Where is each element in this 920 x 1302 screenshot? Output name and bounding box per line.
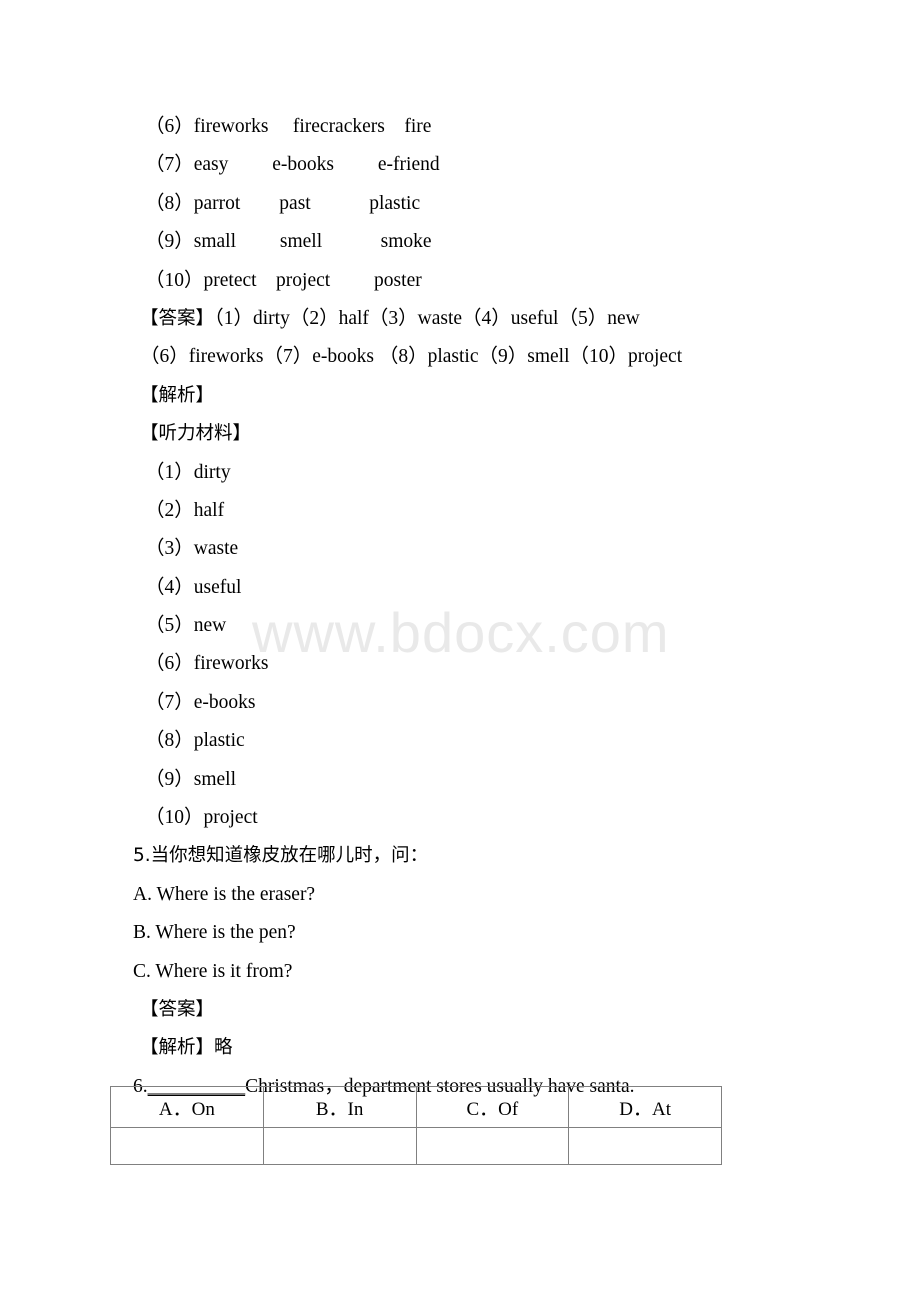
answer-cell-d[interactable] bbox=[568, 1127, 722, 1165]
question-5-stem: 5.当你想知道橡皮放在哪儿时，问： bbox=[133, 845, 429, 867]
answer-cell-a[interactable] bbox=[110, 1127, 264, 1165]
question-5-answer-label: 【答案】 bbox=[140, 998, 215, 1020]
answer-line-1: 【答案】（1）dirty（2）half（3）waste（4）useful（5）n… bbox=[0, 300, 920, 338]
listening-material-label: 【听力材料】 bbox=[140, 423, 252, 445]
listening-item: （1）dirty bbox=[145, 461, 231, 483]
option-cell-b[interactable]: B．In bbox=[262, 1086, 417, 1128]
listening-item: （4）useful bbox=[145, 576, 242, 598]
question-5-option-b: B. Where is the pen? bbox=[133, 922, 296, 944]
document-content: （6）fireworks firecrackers fire （7）easy e… bbox=[0, 0, 920, 1106]
listening-item: （2）half bbox=[145, 499, 225, 521]
answer-items-1: （1）dirty（2）half（3）waste（4）useful（5）new bbox=[214, 307, 640, 329]
listening-item: （5）new bbox=[145, 615, 227, 637]
answer-cell-b[interactable] bbox=[262, 1127, 417, 1165]
table-row: A．On B．In C．Of D．At bbox=[110, 1086, 722, 1128]
word-choice-line: （6）fireworks firecrackers fire bbox=[145, 116, 432, 137]
analysis-label: 【解析】 bbox=[140, 384, 215, 406]
listening-item: （9）smell bbox=[145, 768, 236, 790]
word-choice-line: （10）pretect project poster bbox=[145, 269, 422, 291]
option-cell-a[interactable]: A．On bbox=[110, 1086, 264, 1128]
answer-cell-c[interactable] bbox=[415, 1127, 570, 1165]
listening-item: （7）e-books bbox=[145, 691, 256, 713]
option-cell-d[interactable]: D．At bbox=[568, 1086, 722, 1128]
document-page: www.bdocx.com （6）fireworks firecrackers … bbox=[0, 0, 920, 1302]
listening-item: （3）waste bbox=[145, 538, 239, 560]
question-5-option-c: C. Where is it from? bbox=[133, 960, 293, 982]
question-5-option-a: A. Where is the eraser? bbox=[133, 883, 316, 905]
question-6-options-table: A．On B．In C．Of D．At bbox=[110, 1086, 722, 1165]
word-choice-line: （9）small smell smoke bbox=[145, 231, 432, 253]
question-5-analysis-label: 【解析】略 bbox=[140, 1037, 233, 1059]
listening-item: （8）plastic bbox=[145, 730, 245, 752]
answer-line-2: （6）fireworks（7）e-books （8）plastic（9）smel… bbox=[140, 346, 683, 368]
option-cell-c[interactable]: C．Of bbox=[415, 1086, 570, 1128]
table-row bbox=[110, 1127, 722, 1165]
answer-label: 【答案】 bbox=[140, 307, 215, 329]
question-6-options-table-wrap: A．On B．In C．Of D．At bbox=[110, 1086, 722, 1165]
listening-item: （10）project bbox=[145, 807, 258, 829]
word-choice-line: （8）parrot past plastic bbox=[145, 192, 421, 214]
listening-item: （6）fireworks bbox=[145, 653, 269, 675]
word-choice-line: （7）easy e-books e-friend bbox=[145, 154, 440, 176]
